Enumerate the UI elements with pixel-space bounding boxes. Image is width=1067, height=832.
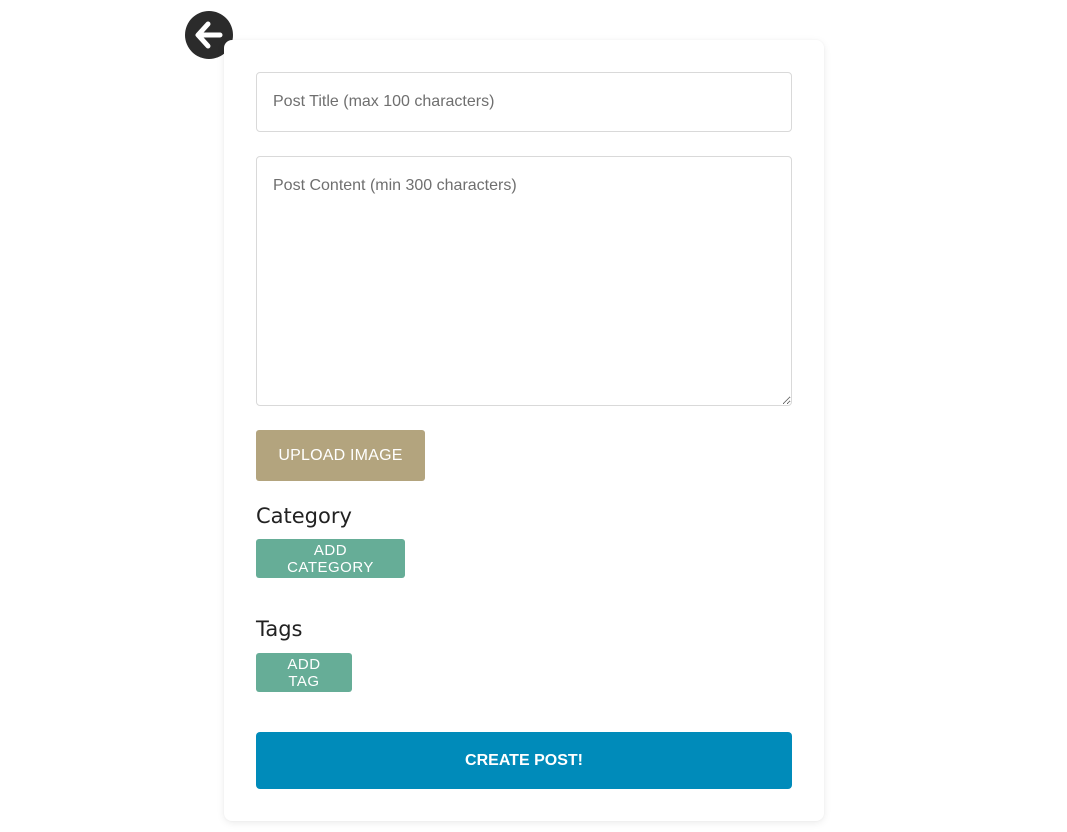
add-category-button[interactable]: ADD CATEGORY [256, 539, 405, 578]
arrow-left-icon [195, 21, 223, 49]
create-post-page: UPLOAD IMAGE Category ADD CATEGORY Tags … [0, 0, 1067, 832]
tags-heading: Tags [256, 617, 303, 641]
post-form-card: UPLOAD IMAGE Category ADD CATEGORY Tags … [224, 40, 824, 821]
post-title-input[interactable] [256, 72, 792, 132]
create-post-button[interactable]: CREATE POST! [256, 732, 792, 789]
post-content-textarea[interactable] [256, 156, 792, 406]
upload-image-button[interactable]: UPLOAD IMAGE [256, 430, 425, 481]
category-heading: Category [256, 504, 352, 528]
add-tag-button[interactable]: ADD TAG [256, 653, 352, 692]
